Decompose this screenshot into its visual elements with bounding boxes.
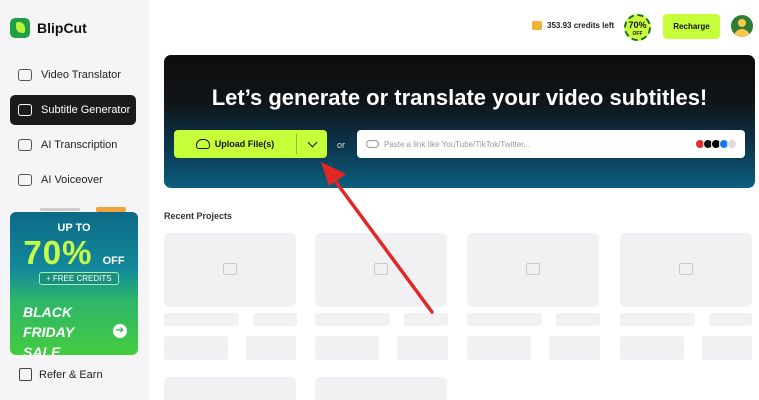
credits-icon bbox=[532, 21, 542, 30]
discount-percent: 70% bbox=[628, 20, 647, 30]
project-card-placeholder bbox=[164, 233, 296, 307]
sidebar-item-ai-voiceover[interactable]: AI Voiceover bbox=[10, 165, 136, 195]
sidebar-item-label: AI Transcription bbox=[41, 139, 118, 151]
promo-percent-value: 70% bbox=[23, 234, 93, 271]
skeleton-bar bbox=[253, 313, 297, 326]
skeleton-bar bbox=[620, 336, 684, 360]
hero-panel: Let’s generate or translate your video s… bbox=[164, 55, 755, 188]
cloud-upload-icon bbox=[195, 139, 210, 149]
project-card-placeholder bbox=[315, 233, 447, 307]
more-icon bbox=[727, 139, 737, 149]
skeleton-bar bbox=[467, 313, 542, 326]
transcription-icon bbox=[18, 139, 32, 151]
promo-event-title: BLACK FRIDAY SALE bbox=[23, 302, 103, 355]
sidebar-item-label: Video Translator bbox=[41, 69, 121, 81]
link-icon bbox=[366, 140, 379, 148]
skeleton-bar bbox=[246, 336, 296, 360]
voiceover-icon bbox=[18, 174, 32, 186]
image-placeholder-icon bbox=[374, 263, 388, 275]
promo-free-credits: + FREE CREDITS bbox=[39, 272, 119, 285]
sidebar-item-label: AI Voiceover bbox=[41, 174, 103, 186]
project-card-placeholder bbox=[467, 233, 599, 307]
discount-badge[interactable]: 70% OFF bbox=[624, 14, 651, 41]
skeleton-bar bbox=[549, 336, 600, 360]
sidebar-item-ai-transcription[interactable]: AI Transcription bbox=[10, 130, 136, 160]
arrow-right-icon[interactable]: ➔ bbox=[113, 324, 127, 338]
black-friday-promo-banner[interactable]: UP TO 70% OFF + FREE CREDITS BLACK FRIDA… bbox=[10, 212, 138, 355]
skeleton-bar bbox=[620, 313, 695, 326]
upload-options-dropdown[interactable] bbox=[297, 130, 327, 158]
skeleton-bar bbox=[404, 313, 448, 326]
link-input-box bbox=[357, 130, 745, 158]
hero-title: Let’s generate or translate your video s… bbox=[211, 85, 708, 110]
sidebar: BlipCut Video Translator Subtitle Genera… bbox=[0, 0, 149, 400]
sidebar-nav: Video Translator Subtitle Generator AI T… bbox=[10, 60, 136, 200]
promo-up-to: UP TO bbox=[57, 222, 91, 234]
subtitle-icon bbox=[18, 104, 32, 116]
promo-percent: 70% OFF bbox=[10, 234, 138, 272]
paste-link-input[interactable] bbox=[384, 139, 684, 149]
skeleton-bar bbox=[467, 336, 531, 360]
sidebar-item-subtitle-generator[interactable]: Subtitle Generator bbox=[10, 95, 136, 125]
skeleton-bar bbox=[315, 313, 390, 326]
app-window: BlipCut Video Translator Subtitle Genera… bbox=[0, 0, 759, 400]
upload-label: Upload File(s) bbox=[214, 139, 275, 149]
app-name: BlipCut bbox=[37, 20, 87, 36]
recharge-button[interactable]: Recharge bbox=[663, 14, 720, 39]
skeleton-bar bbox=[315, 336, 379, 360]
skeleton-bar bbox=[709, 313, 752, 326]
credits-text: 353.93 credits left bbox=[547, 21, 615, 30]
supported-platforms bbox=[695, 139, 737, 149]
image-placeholder-icon bbox=[526, 263, 540, 275]
project-card-placeholder bbox=[164, 377, 296, 400]
promo-event-line2: SALE bbox=[23, 344, 61, 355]
refer-label: Refer & Earn bbox=[39, 368, 103, 381]
blipcut-logo-icon bbox=[10, 18, 30, 38]
skeleton-bar bbox=[702, 336, 752, 360]
video-translate-icon bbox=[18, 69, 32, 81]
user-avatar[interactable] bbox=[731, 15, 753, 37]
app-logo[interactable]: BlipCut bbox=[10, 18, 87, 38]
upload-files-button[interactable]: Upload File(s) bbox=[174, 130, 296, 158]
promo-off: OFF bbox=[102, 255, 125, 267]
refer-and-earn-link[interactable]: Refer & Earn bbox=[19, 368, 103, 381]
upload-control: Upload File(s) bbox=[174, 130, 327, 158]
image-placeholder-icon bbox=[223, 263, 237, 275]
sidebar-item-video-translator[interactable]: Video Translator bbox=[10, 60, 136, 90]
recent-projects-heading: Recent Projects bbox=[164, 211, 233, 221]
or-label: or bbox=[337, 140, 346, 150]
skeleton-bar bbox=[556, 313, 600, 326]
skeleton-bar bbox=[397, 336, 448, 360]
project-card-placeholder bbox=[315, 377, 447, 400]
sidebar-item-label: Subtitle Generator bbox=[41, 104, 131, 116]
gift-icon bbox=[19, 368, 32, 381]
skeleton-bar bbox=[164, 336, 228, 360]
promo-event-line1: BLACK FRIDAY bbox=[23, 304, 75, 340]
project-card-placeholder bbox=[620, 233, 752, 307]
chevron-down-icon bbox=[307, 137, 317, 147]
credits-indicator: 353.93 credits left bbox=[532, 21, 614, 30]
image-placeholder-icon bbox=[679, 263, 693, 275]
hidden-item-stub bbox=[40, 208, 80, 211]
discount-off: OFF bbox=[632, 31, 643, 37]
skeleton-bar bbox=[164, 313, 239, 326]
